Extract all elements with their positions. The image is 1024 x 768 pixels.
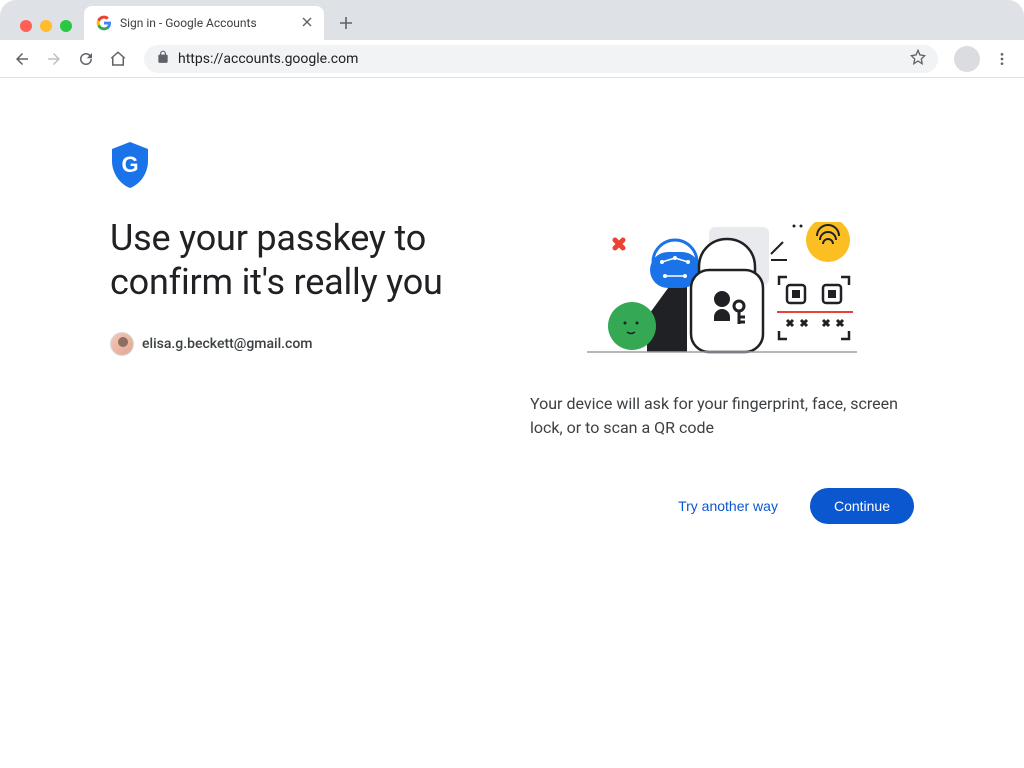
bookmark-icon[interactable] [910, 49, 926, 69]
close-window-button[interactable] [20, 20, 32, 32]
home-button[interactable] [104, 45, 132, 73]
window-controls [8, 20, 84, 40]
new-tab-button[interactable] [332, 9, 360, 37]
back-button[interactable] [8, 45, 36, 73]
user-avatar-icon [110, 332, 134, 356]
reload-button[interactable] [72, 45, 100, 73]
svg-text:G: G [121, 152, 138, 177]
account-chip[interactable]: elisa.g.beckett@gmail.com [110, 332, 312, 356]
browser-menu-button[interactable] [988, 45, 1016, 73]
headline-column: Use your passkey to confirm it's really … [110, 216, 510, 524]
browser-tab[interactable]: Sign in - Google Accounts [84, 6, 324, 40]
page-headline: Use your passkey to confirm it's really … [110, 216, 510, 304]
google-shield-logo-icon: G [110, 142, 914, 192]
try-another-way-button[interactable]: Try another way [666, 488, 790, 524]
action-row: Try another way Continue [530, 488, 914, 524]
passkey-illustration [587, 222, 857, 362]
continue-button[interactable]: Continue [810, 488, 914, 524]
forward-button[interactable] [40, 45, 68, 73]
tab-title: Sign in - Google Accounts [120, 16, 257, 30]
page-content: G Use your passkey to confirm it's reall… [0, 78, 1024, 524]
tab-strip: Sign in - Google Accounts [0, 0, 1024, 40]
browser-toolbar: https://accounts.google.com [0, 40, 1024, 78]
minimize-window-button[interactable] [40, 20, 52, 32]
browser-chrome: Sign in - Google Accounts https://accoun… [0, 0, 1024, 78]
profile-avatar-button[interactable] [954, 46, 980, 72]
action-column: Your device will ask for your fingerprin… [530, 216, 914, 524]
account-email: elisa.g.beckett@gmail.com [142, 336, 312, 352]
instruction-text: Your device will ask for your fingerprin… [530, 392, 914, 440]
maximize-window-button[interactable] [60, 20, 72, 32]
address-bar[interactable]: https://accounts.google.com [144, 45, 938, 73]
lock-icon [156, 49, 170, 68]
close-tab-icon[interactable] [302, 15, 312, 31]
url-text: https://accounts.google.com [178, 51, 358, 67]
google-favicon-icon [96, 15, 112, 31]
